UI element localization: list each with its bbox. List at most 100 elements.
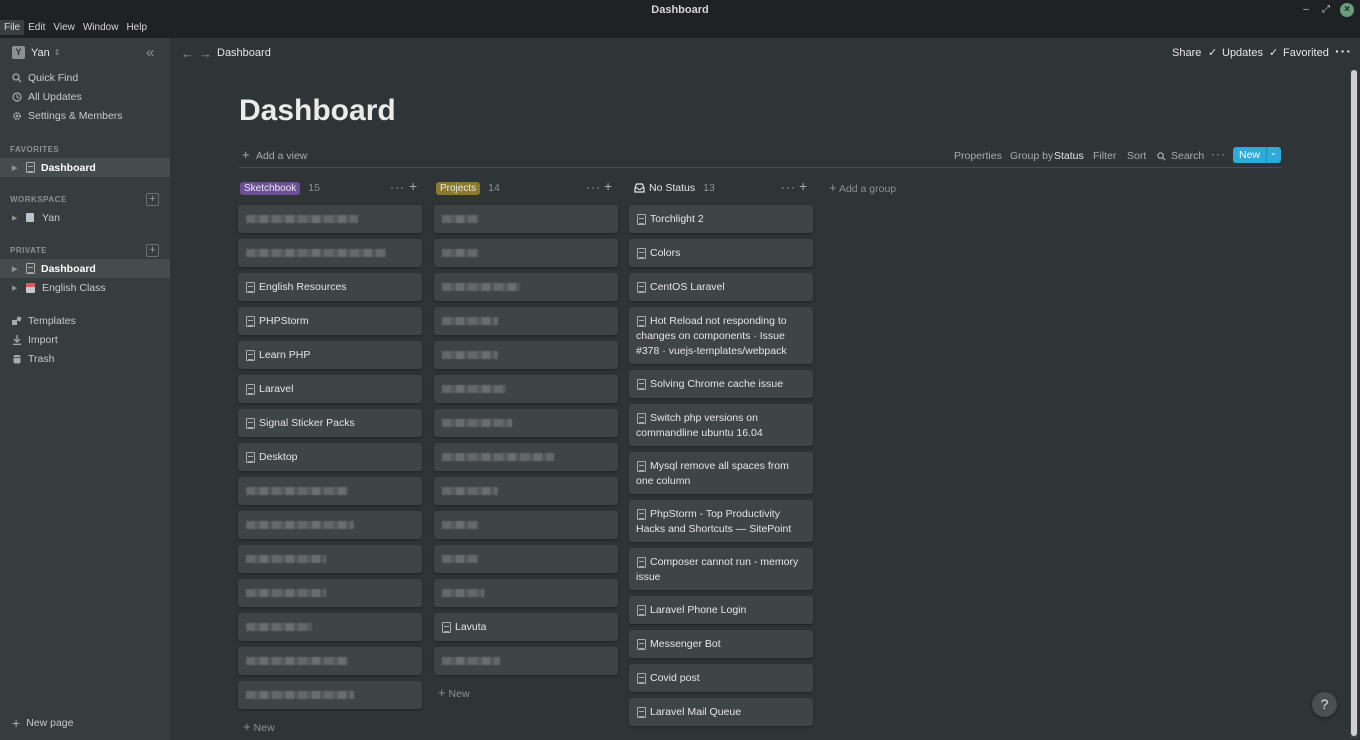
board-card[interactable]: Composer cannot run - memory issue bbox=[629, 548, 813, 590]
column-add-icon[interactable]: + bbox=[799, 178, 808, 194]
expand-triangle-icon[interactable]: ▶ bbox=[12, 284, 18, 292]
board-card[interactable]: PHPStorm bbox=[238, 307, 422, 335]
filter-button[interactable]: Filter bbox=[1093, 150, 1116, 162]
column-more-icon[interactable]: ··· bbox=[781, 180, 796, 194]
menu-help[interactable]: Help bbox=[122, 20, 151, 35]
menu-view[interactable]: View bbox=[49, 20, 79, 35]
workspace-switcher[interactable]: Y Yan ⇕ bbox=[0, 43, 170, 62]
sidebar-item-trash[interactable]: Trash bbox=[0, 349, 170, 368]
board-card[interactable]: Signal Sticker Packs bbox=[238, 409, 422, 437]
menu-file[interactable]: File bbox=[0, 20, 25, 35]
board-card[interactable]: CentOS Laravel bbox=[629, 273, 813, 301]
main-scrollbar[interactable] bbox=[1350, 70, 1358, 738]
column-add-icon[interactable]: + bbox=[604, 178, 613, 194]
sidebar-item-quick-find[interactable]: Quick Find bbox=[0, 68, 170, 87]
board-card[interactable]: Covid post bbox=[629, 664, 813, 692]
menu-edit[interactable]: Edit bbox=[24, 20, 49, 35]
breadcrumb[interactable]: Dashboard bbox=[217, 47, 271, 59]
sidebar-item-yan[interactable]: ▶ Yan bbox=[0, 208, 170, 227]
expand-triangle-icon[interactable]: ▶ bbox=[12, 214, 18, 222]
menu-window[interactable]: Window bbox=[79, 20, 123, 35]
board-card[interactable] bbox=[238, 545, 422, 573]
board-card[interactable] bbox=[238, 239, 422, 267]
board-card[interactable]: Hot Reload not responding to changes on … bbox=[629, 307, 813, 364]
column-new-button[interactable]: + New bbox=[438, 685, 470, 700]
board-card[interactable] bbox=[434, 511, 618, 539]
column-new-button[interactable]: + New bbox=[243, 719, 275, 734]
board-card[interactable]: Colors bbox=[629, 239, 813, 267]
sidebar-item-settings[interactable]: Settings & Members bbox=[0, 106, 170, 125]
search-button[interactable]: Search bbox=[1171, 150, 1204, 162]
properties-button[interactable]: Properties bbox=[954, 150, 1002, 162]
board-card[interactable]: PhpStorm - Top Productivity Hacks and Sh… bbox=[629, 500, 813, 542]
board-card[interactable] bbox=[434, 239, 618, 267]
restore-icon[interactable]: ⤢ bbox=[1319, 3, 1333, 17]
help-button[interactable]: ? bbox=[1312, 692, 1337, 717]
group-by-value[interactable]: Status bbox=[1054, 150, 1084, 162]
board-card[interactable] bbox=[238, 579, 422, 607]
column-header-no-status[interactable]: No Status 13 bbox=[634, 180, 715, 196]
board-card[interactable] bbox=[238, 681, 422, 709]
board-card[interactable] bbox=[238, 477, 422, 505]
board-card[interactable]: Lavuta bbox=[434, 613, 618, 641]
add-group-button[interactable]: + Add a group bbox=[829, 180, 896, 195]
board-card[interactable] bbox=[434, 341, 618, 369]
add-private-page-icon[interactable]: + bbox=[146, 244, 159, 257]
chevron-down-icon[interactable]: ⌄ bbox=[1270, 148, 1277, 157]
sidebar-item-import[interactable]: Import bbox=[0, 330, 170, 349]
board-card[interactable]: Messenger Bot bbox=[629, 630, 813, 658]
scrollbar-thumb[interactable] bbox=[1351, 70, 1357, 736]
new-page-button[interactable]: + New page bbox=[0, 713, 170, 732]
board-card[interactable] bbox=[434, 273, 618, 301]
page-title[interactable]: Dashboard bbox=[239, 94, 396, 128]
expand-triangle-icon[interactable]: ▶ bbox=[12, 265, 18, 273]
board-card[interactable] bbox=[434, 375, 618, 403]
board-card[interactable] bbox=[238, 613, 422, 641]
expand-triangle-icon[interactable]: ▶ bbox=[12, 164, 18, 172]
more-options-icon[interactable]: ··· bbox=[1211, 147, 1226, 161]
collapse-sidebar-icon[interactable]: « bbox=[146, 44, 154, 61]
board-card[interactable] bbox=[434, 443, 618, 471]
column-header-sketchbook[interactable]: Sketchbook 15 bbox=[240, 180, 320, 196]
board-card[interactable]: Desktop bbox=[238, 443, 422, 471]
group-by-label[interactable]: Group by bbox=[1010, 150, 1053, 162]
updates-button[interactable]: Updates bbox=[1222, 47, 1263, 59]
board-card[interactable] bbox=[434, 647, 618, 675]
sidebar-item-english-class[interactable]: ▶ English Class bbox=[0, 278, 170, 297]
close-icon[interactable]: × bbox=[1340, 3, 1354, 17]
board-card[interactable] bbox=[434, 579, 618, 607]
column-more-icon[interactable]: ··· bbox=[586, 180, 601, 194]
column-more-icon[interactable]: ··· bbox=[390, 180, 405, 194]
more-options-icon[interactable]: ··· bbox=[1335, 43, 1352, 59]
board-card[interactable] bbox=[434, 205, 618, 233]
board-card[interactable]: Laravel Phone Login bbox=[629, 596, 813, 624]
sort-button[interactable]: Sort bbox=[1127, 150, 1146, 162]
column-add-icon[interactable]: + bbox=[409, 178, 418, 194]
board-card[interactable] bbox=[238, 647, 422, 675]
add-workspace-page-icon[interactable]: + bbox=[146, 193, 159, 206]
board-card[interactable]: Switch php versions on commandline ubunt… bbox=[629, 404, 813, 446]
board-card[interactable]: Laravel Mail Queue bbox=[629, 698, 813, 726]
minimize-icon[interactable]: – bbox=[1299, 3, 1313, 17]
share-button[interactable]: Share bbox=[1172, 47, 1201, 59]
favorited-button[interactable]: Favorited bbox=[1283, 47, 1329, 59]
column-header-projects[interactable]: Projects 14 bbox=[436, 180, 500, 196]
sidebar-item-templates[interactable]: Templates bbox=[0, 311, 170, 330]
board-card[interactable]: English Resources bbox=[238, 273, 422, 301]
board-card[interactable]: Laravel bbox=[238, 375, 422, 403]
forward-arrow-icon[interactable]: → bbox=[199, 46, 212, 61]
add-view-button[interactable]: Add a view bbox=[256, 150, 307, 162]
board-card[interactable]: Mysql remove all spaces from one column bbox=[629, 452, 813, 494]
new-record-button[interactable]: New ⌄ bbox=[1233, 147, 1281, 163]
board-card[interactable] bbox=[434, 477, 618, 505]
board-card[interactable] bbox=[434, 307, 618, 335]
board-card[interactable] bbox=[238, 205, 422, 233]
board-card[interactable]: Solving Chrome cache issue bbox=[629, 370, 813, 398]
sidebar-item-all-updates[interactable]: All Updates bbox=[0, 87, 170, 106]
board-card[interactable]: Torchlight 2 bbox=[629, 205, 813, 233]
board-card[interactable] bbox=[238, 511, 422, 539]
board-card[interactable] bbox=[434, 545, 618, 573]
back-arrow-icon[interactable]: ← bbox=[181, 46, 194, 61]
sidebar-item-private-dashboard[interactable]: ▶ Dashboard bbox=[0, 259, 170, 278]
sidebar-item-favorite-dashboard[interactable]: ▶ Dashboard bbox=[0, 158, 170, 177]
